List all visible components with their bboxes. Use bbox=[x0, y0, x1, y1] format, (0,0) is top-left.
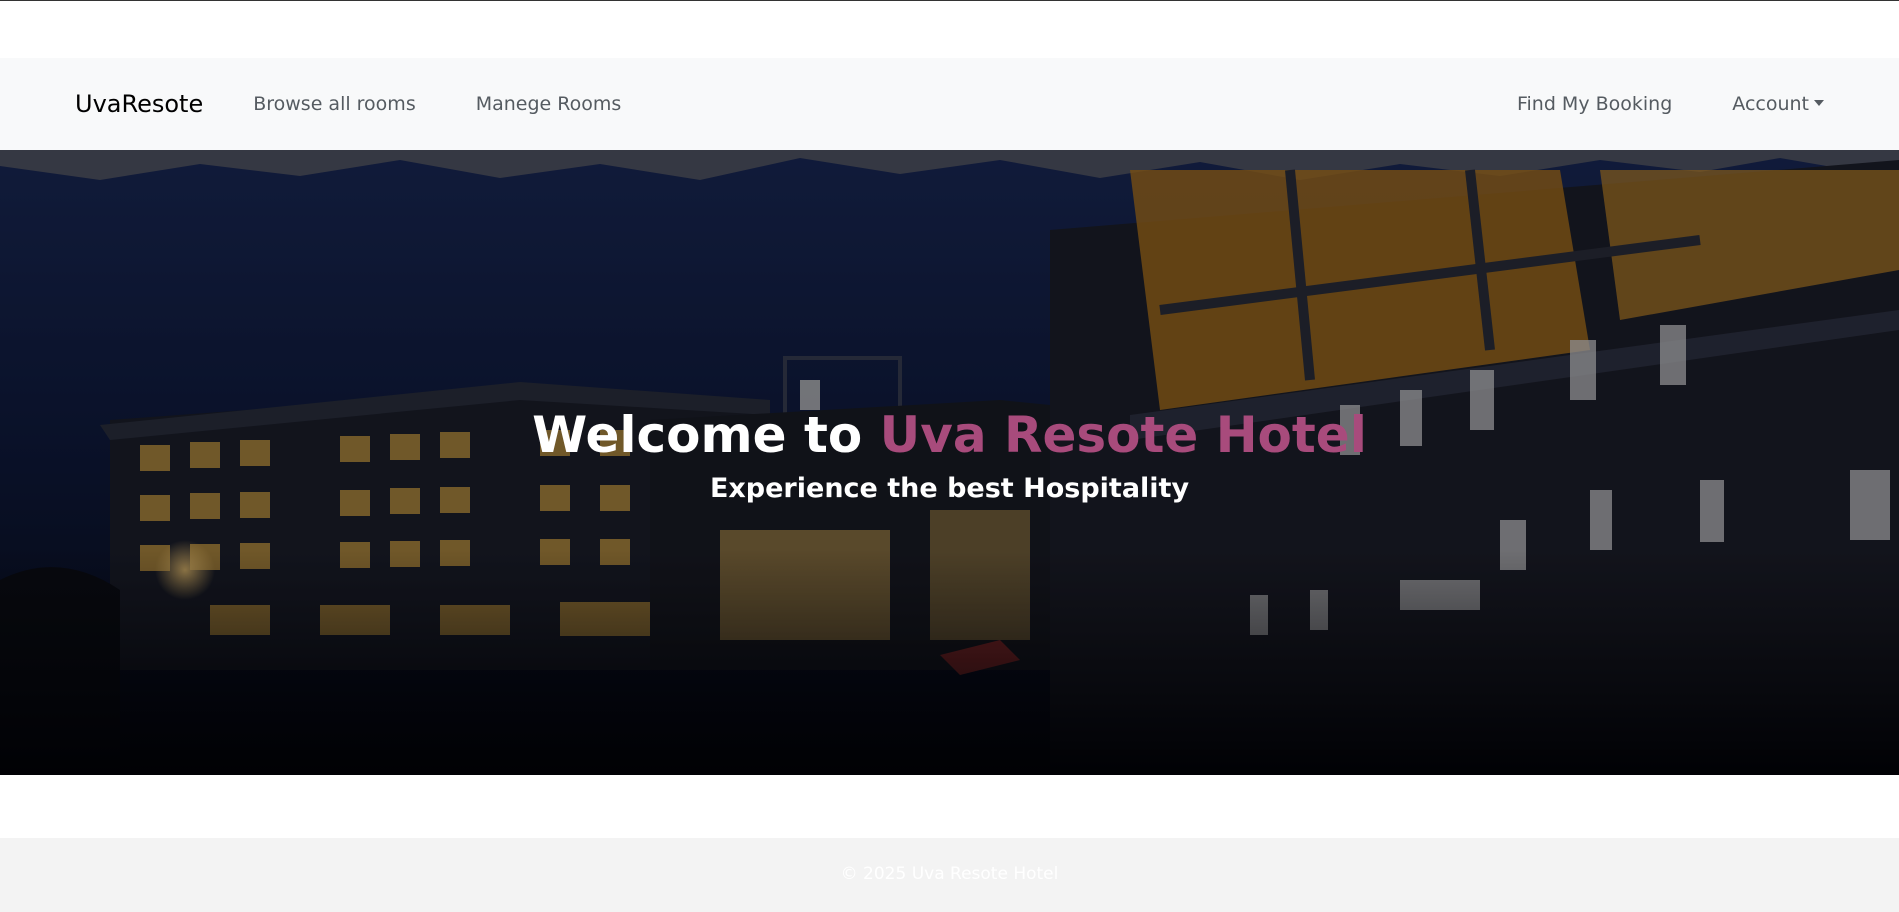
hero-title-hotel-name: Uva Resote Hotel bbox=[879, 406, 1367, 464]
caret-down-icon bbox=[1814, 99, 1824, 106]
footer: © 2025 Uva Resote Hotel bbox=[0, 838, 1899, 912]
nav-manage-rooms[interactable]: Manege Rooms bbox=[476, 93, 622, 115]
footer-copyright: © 2025 Uva Resote Hotel bbox=[840, 864, 1059, 884]
nav-right-group: Find My Booking Account bbox=[1457, 93, 1824, 115]
navbar: UvaResote Browse all rooms Manege Rooms … bbox=[0, 58, 1899, 150]
nav-browse-rooms[interactable]: Browse all rooms bbox=[253, 93, 416, 115]
account-dropdown[interactable]: Account bbox=[1732, 93, 1824, 115]
top-border bbox=[0, 0, 1899, 1]
account-label: Account bbox=[1732, 93, 1809, 115]
hero-text-block: Welcome to Uva Resote Hotel Experience t… bbox=[0, 405, 1899, 504]
hero-title: Welcome to Uva Resote Hotel bbox=[0, 405, 1899, 465]
hero-subtitle: Experience the best Hospitality bbox=[709, 473, 1190, 504]
brand-logo-link[interactable]: UvaResote bbox=[75, 90, 203, 118]
nav-find-my-booking[interactable]: Find My Booking bbox=[1517, 93, 1672, 115]
hero-banner: Welcome to Uva Resote Hotel Experience t… bbox=[0, 150, 1899, 775]
hero-title-prefix: Welcome to bbox=[532, 406, 863, 464]
